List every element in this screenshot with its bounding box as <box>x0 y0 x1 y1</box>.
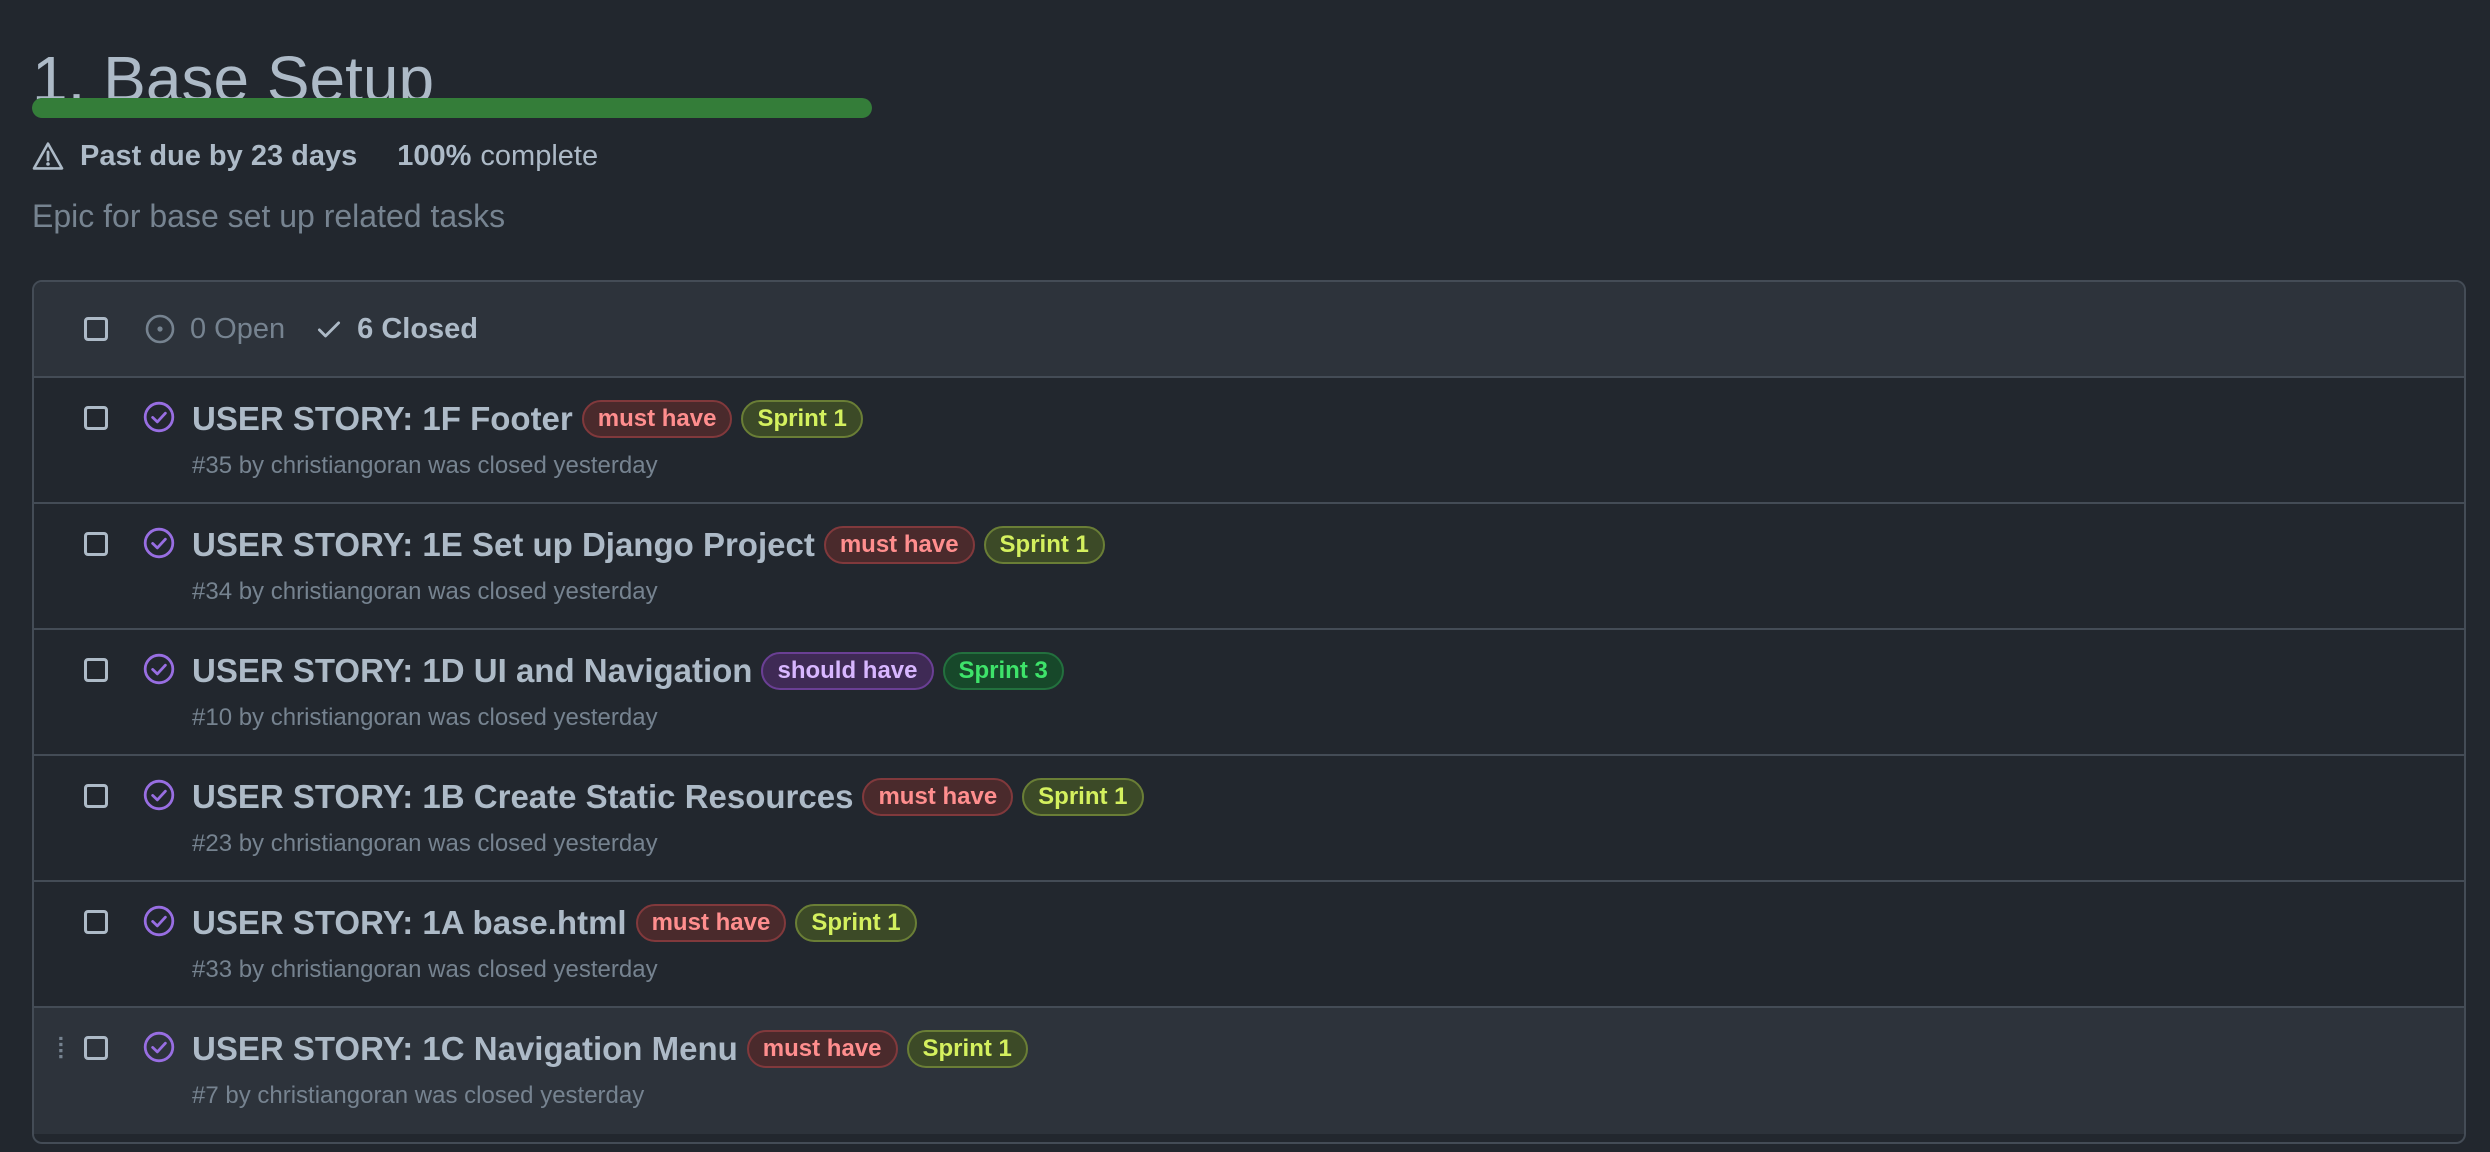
issue-title-link[interactable]: USER STORY: 1E Set up Django Project <box>192 524 815 566</box>
issue-title-line: USER STORY: 1D UI and Navigation should … <box>192 650 1064 692</box>
issue-label[interactable]: Sprint 1 <box>1022 778 1144 816</box>
issue-title-line: USER STORY: 1B Create Static Resources m… <box>192 776 1144 818</box>
open-count: 0 Open <box>190 312 286 345</box>
issue-meta: #7 by christiangoran was closed yesterda… <box>192 1082 645 1109</box>
issue-title-line: USER STORY: 1F Footer must have Sprint 1 <box>192 398 863 440</box>
issue-row[interactable]: ⡇ USER STORY: 1C Navigation Menu must ha… <box>34 1008 2464 1134</box>
issue-closed-icon <box>142 400 176 434</box>
open-filter[interactable]: 0 Open <box>144 313 285 346</box>
issue-title-line: USER STORY: 1E Set up Django Project mus… <box>192 524 1105 566</box>
drag-handle-icon[interactable]: ⡇ <box>56 1036 72 1058</box>
issue-checkbox[interactable] <box>84 406 108 430</box>
issue-checkbox[interactable] <box>84 784 108 808</box>
issue-title-line: USER STORY: 1C Navigation Menu must have… <box>192 1028 1028 1070</box>
issue-list: USER STORY: 1F Footer must have Sprint 1 … <box>34 378 2464 1134</box>
milestone-description: Epic for base set up related tasks <box>32 198 506 234</box>
closed-filter[interactable]: 6 Closed <box>315 313 478 346</box>
due-status: Past due by 23 days <box>80 139 358 172</box>
issue-meta: #10 by christiangoran was closed yesterd… <box>192 704 658 731</box>
select-all-checkbox[interactable] <box>84 317 108 341</box>
percent-complete: 100% <box>397 139 472 172</box>
issue-title-link[interactable]: USER STORY: 1B Create Static Resources <box>192 776 853 818</box>
progress-bar <box>32 98 872 118</box>
issue-label[interactable]: Sprint 1 <box>795 904 917 942</box>
complete-label: complete <box>480 139 599 172</box>
issue-row[interactable]: USER STORY: 1A base.html must have Sprint… <box>34 882 2464 1008</box>
issue-label[interactable]: should have <box>761 652 934 690</box>
issue-label[interactable]: must have <box>581 400 733 438</box>
issue-meta: #34 by christiangoran was closed yesterd… <box>192 578 658 605</box>
issue-title-link[interactable]: USER STORY: 1C Navigation Menu <box>192 1028 738 1070</box>
issue-meta: #33 by christiangoran was closed yesterd… <box>192 956 658 983</box>
milestone-page: 1. Base Setup Past due by 23 days 100% c… <box>0 0 2490 1152</box>
issues-box: 0 Open 6 Closed USER STORY: 1F Footer mu… <box>32 280 2466 1144</box>
issue-title-link[interactable]: USER STORY: 1A base.html <box>192 902 627 944</box>
issue-closed-icon <box>142 904 176 938</box>
check-icon <box>318 321 341 338</box>
issue-open-icon <box>145 314 175 344</box>
issue-label[interactable]: Sprint 3 <box>942 652 1064 690</box>
issue-closed-icon <box>142 1030 176 1064</box>
issue-label[interactable]: Sprint 1 <box>983 526 1105 564</box>
issue-title-line: USER STORY: 1A base.html must have Sprint… <box>192 902 917 944</box>
issue-title-link[interactable]: USER STORY: 1D UI and Navigation <box>192 650 752 692</box>
closed-count: 6 Closed <box>357 312 479 345</box>
issue-checkbox[interactable] <box>84 532 108 556</box>
issues-header: 0 Open 6 Closed <box>34 282 2464 378</box>
issue-label[interactable]: must have <box>823 526 975 564</box>
issue-row[interactable]: USER STORY: 1F Footer must have Sprint 1 … <box>34 378 2464 504</box>
issue-row[interactable]: USER STORY: 1E Set up Django Project mus… <box>34 504 2464 630</box>
issue-label[interactable]: must have <box>746 1030 898 1068</box>
issue-closed-icon <box>142 652 176 686</box>
issue-label[interactable]: must have <box>862 778 1014 816</box>
issue-label[interactable]: must have <box>635 904 787 942</box>
issue-checkbox[interactable] <box>84 658 108 682</box>
issue-closed-icon <box>142 778 176 812</box>
issue-row[interactable]: USER STORY: 1D UI and Navigation should … <box>34 630 2464 756</box>
milestone-meta: Past due by 23 days 100% complete <box>32 136 598 176</box>
issue-title-link[interactable]: USER STORY: 1F Footer <box>192 398 573 440</box>
issue-checkbox[interactable] <box>84 1036 108 1060</box>
issue-label[interactable]: Sprint 1 <box>906 1030 1028 1068</box>
issue-label[interactable]: Sprint 1 <box>741 400 863 438</box>
issue-closed-icon <box>142 526 176 560</box>
issue-meta: #23 by christiangoran was closed yesterd… <box>192 830 658 857</box>
issue-checkbox[interactable] <box>84 910 108 934</box>
issue-row[interactable]: USER STORY: 1B Create Static Resources m… <box>34 756 2464 882</box>
progress-fill <box>32 98 872 118</box>
alert-icon <box>32 140 64 172</box>
issue-meta: #35 by christiangoran was closed yesterd… <box>192 452 658 479</box>
